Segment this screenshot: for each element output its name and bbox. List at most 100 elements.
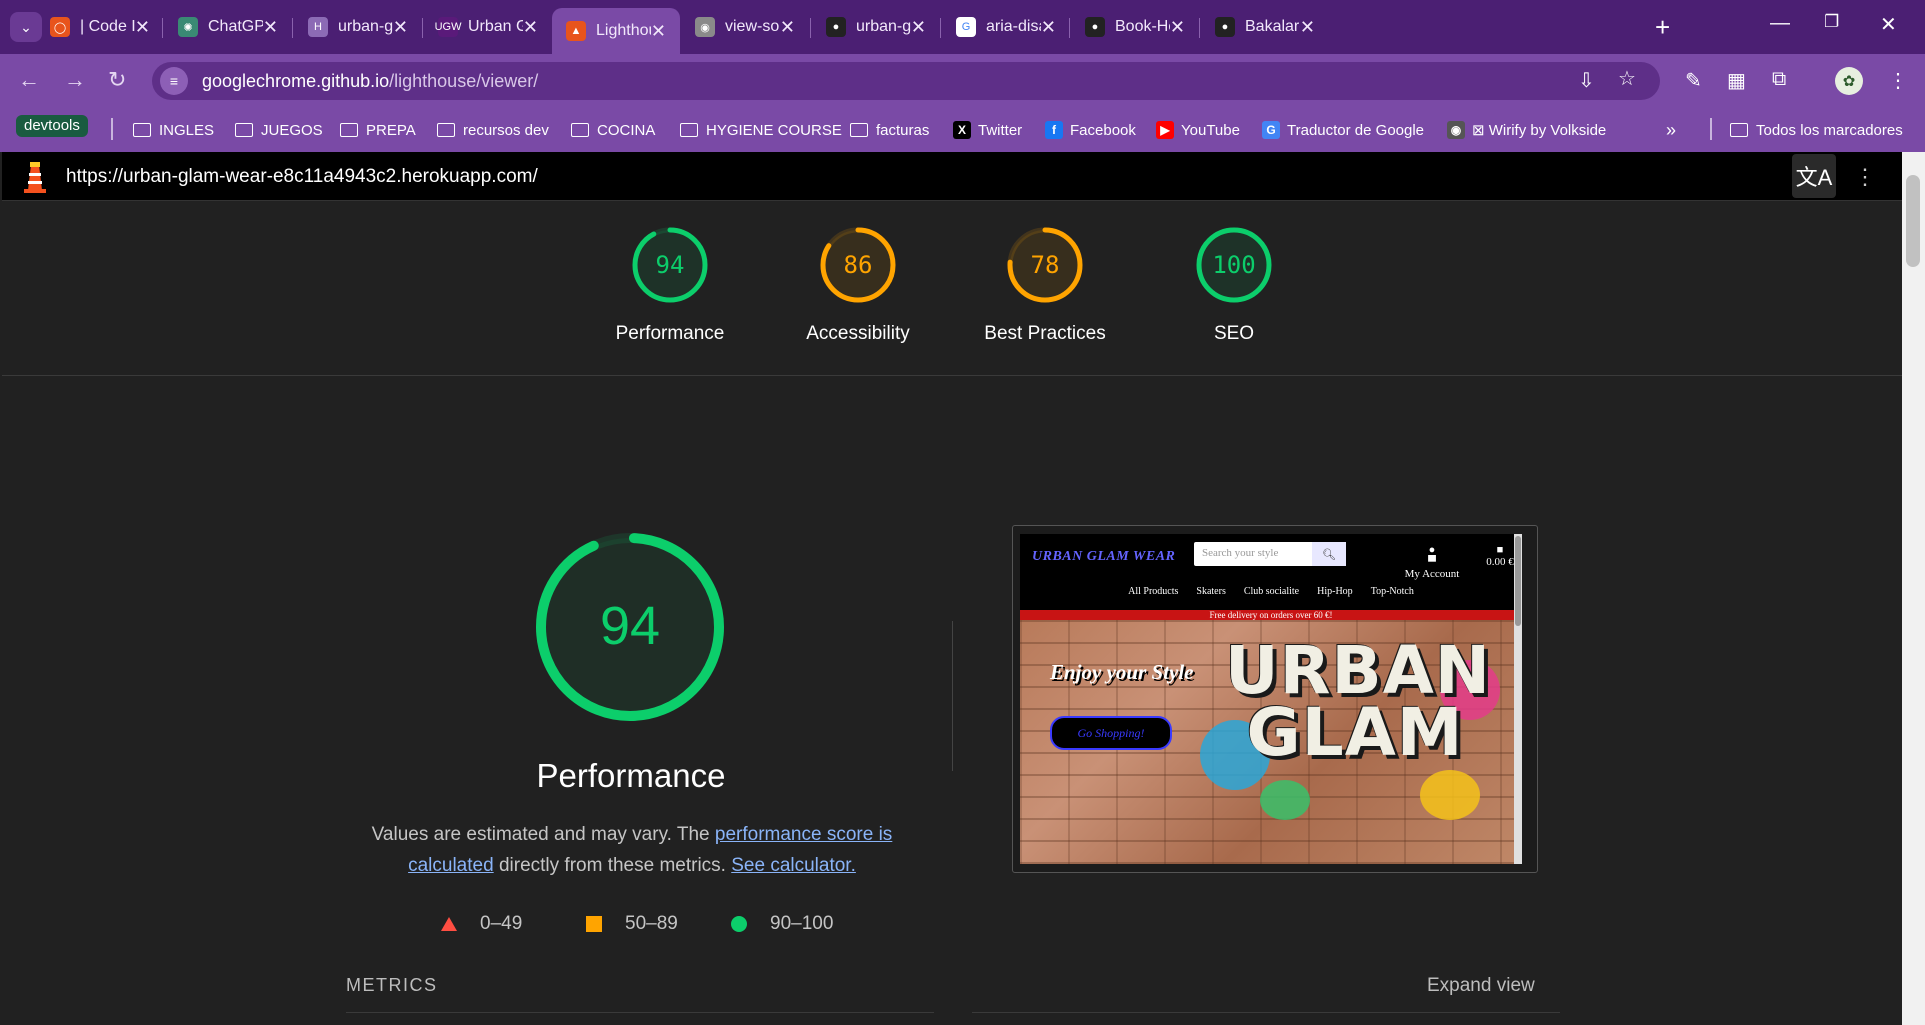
bookmark-item[interactable]: facturas	[850, 118, 929, 142]
address-bar[interactable]: ≡ googlechrome.github.io/lighthouse/view…	[152, 62, 1660, 100]
tab-title: aria-disabl	[986, 18, 1041, 35]
bookmark-item[interactable]: HYGIENE COURSE	[680, 118, 842, 142]
site-header: URBAN GLAM WEAR Search your style 🔍︎ ● ▀ M…	[1020, 534, 1522, 611]
tab-title: | Code Inst	[80, 18, 135, 35]
user-icon: ● ▀	[1428, 544, 1436, 568]
translate-icon[interactable]: 文A	[1792, 154, 1836, 198]
tab-separator	[422, 18, 423, 38]
tab-7[interactable]: Garia-disabl✕	[942, 8, 1070, 46]
score-label: SEO	[1213, 323, 1255, 344]
globe-icon: ◉	[1447, 121, 1465, 139]
tab-8[interactable]: ● Book-Heav✕	[1071, 8, 1199, 46]
bookmark-item[interactable]: recursos dev	[437, 118, 549, 142]
tab-favicon-icon: ●	[1085, 17, 1105, 37]
close-window-icon[interactable]: ✕	[1880, 12, 1897, 37]
score-gauge-performance[interactable]: 94 Performance	[585, 225, 755, 345]
see-calculator-link[interactable]: See calculator.	[731, 855, 856, 876]
tab-favicon-icon: ◯	[50, 17, 70, 37]
tab-close-icon[interactable]: ✕	[1041, 17, 1056, 38]
calculator-icon[interactable]: ▦	[1727, 68, 1746, 93]
metrics-divider	[346, 1012, 934, 1013]
tab-close-icon[interactable]: ✕	[1170, 17, 1185, 38]
facebook-icon: f	[1045, 121, 1063, 139]
bookmark-star-icon[interactable]: ☆	[1618, 66, 1636, 91]
report-url[interactable]: https://urban-glam-wear-e8c11a4943c2.her…	[66, 166, 538, 188]
bookmark-item[interactable]: COCINA	[571, 118, 655, 142]
bookmark-item[interactable]: PREPA	[340, 118, 416, 142]
screenshot-scrollbar	[1514, 534, 1522, 864]
tab-close-icon[interactable]: ✕	[651, 21, 666, 42]
tab-close-icon[interactable]: ✕	[393, 17, 408, 38]
tab-0[interactable]: ◯ | Code Inst✕	[36, 8, 164, 46]
expand-view-toggle[interactable]: Expand view	[1427, 975, 1535, 997]
folder-icon	[340, 123, 358, 137]
bookmark-item[interactable]: JUEGOS	[235, 118, 323, 142]
bookmark-all[interactable]: Todos los marcadores	[1730, 118, 1903, 142]
bookmark-item[interactable]: G Traductor de Google	[1262, 118, 1424, 142]
tab-4[interactable]: ▲ Lighthouse✕	[552, 8, 680, 54]
tab-close-icon[interactable]: ✕	[135, 17, 150, 38]
score-label: Best Practices	[984, 323, 1106, 344]
extensions-icon[interactable]: ⧉	[1772, 68, 1786, 91]
bookmark-item[interactable]: INGLES	[133, 118, 214, 142]
forward-icon[interactable]: →	[64, 67, 86, 93]
site-info-icon[interactable]: ≡	[160, 67, 188, 95]
bookmark-item[interactable]: ◉ ⊠ Wirify by Volkside	[1447, 118, 1606, 142]
tab-9[interactable]: ● Bakalar-bo✕	[1201, 8, 1329, 46]
tab-close-icon[interactable]: ✕	[911, 17, 926, 38]
score-gauge-accessibility[interactable]: 86 Accessibility	[773, 225, 943, 345]
chrome-menu-icon[interactable]: ⋮	[1888, 68, 1908, 93]
tab-separator	[940, 18, 941, 38]
bookmark-item[interactable]: ▶ YouTube	[1156, 118, 1240, 142]
address-text[interactable]: googlechrome.github.io/lighthouse/viewer…	[202, 71, 538, 92]
tab-close-icon[interactable]: ✕	[523, 17, 538, 38]
tab-5[interactable]: ◉ view-sourc✕	[681, 8, 809, 46]
score-value: 78	[1031, 251, 1060, 279]
tab-6[interactable]: ● urban-glan✕	[812, 8, 940, 46]
install-app-icon[interactable]: ⇩	[1578, 68, 1595, 93]
bookmark-item[interactable]: f Facebook	[1045, 118, 1136, 142]
tab-1[interactable]: ✺ ChatGPT✕	[164, 8, 292, 46]
score-gauge-seo[interactable]: 100 SEO	[1149, 225, 1319, 345]
final-screenshot[interactable]: URBAN GLAM WEAR Search your style 🔍︎ ● ▀ M…	[1012, 525, 1538, 873]
score-label: Performance	[615, 323, 725, 344]
back-icon[interactable]: ←	[18, 67, 40, 93]
square-icon	[586, 916, 602, 932]
new-tab-button[interactable]: +	[1655, 12, 1670, 43]
tab-favicon-icon: ✺	[178, 17, 198, 37]
site-brand: URBAN GLAM WEAR	[1032, 549, 1176, 564]
report-menu-icon[interactable]: ⋮	[1854, 164, 1876, 190]
tab-title: urban-glan	[856, 18, 911, 35]
google-translate-icon: G	[1262, 121, 1280, 139]
avatar[interactable]: ✿	[1835, 67, 1863, 95]
bookmarks-overflow-icon[interactable]: »	[1666, 118, 1676, 142]
tab-2[interactable]: Hurban-glan✕	[294, 8, 422, 46]
tab-title: Bakalar-bo	[1245, 18, 1300, 35]
tab-close-icon[interactable]: ✕	[780, 17, 795, 38]
tab-favicon-icon: ●	[826, 17, 846, 37]
gauges-divider	[2, 375, 1902, 376]
extension-icon-1[interactable]: ✎	[1685, 68, 1702, 93]
folder-icon	[680, 123, 698, 137]
performance-description: Values are estimated and may vary. The p…	[371, 824, 893, 876]
tab-close-icon[interactable]: ✕	[1300, 17, 1315, 38]
performance-title: Performance	[536, 757, 726, 794]
tab-separator	[292, 18, 293, 38]
tab-favicon-icon: ▲	[566, 21, 586, 41]
legend-average: 50–89	[585, 913, 678, 935]
site-search: Search your style 🔍︎	[1194, 542, 1346, 566]
restore-icon[interactable]: ❐	[1824, 12, 1839, 32]
bookmark-separator	[111, 118, 113, 140]
page-scrollbar[interactable]	[1902, 152, 1925, 1025]
tab-3[interactable]: UGW Urban Glan✕	[424, 8, 552, 46]
reload-icon[interactable]: ↻	[108, 67, 126, 93]
site-delivery-banner: Free delivery on orders over 60 €!	[1020, 610, 1522, 620]
minimize-icon[interactable]: —	[1770, 12, 1790, 35]
tab-title: ChatGPT	[208, 18, 263, 35]
tab-close-icon[interactable]: ✕	[263, 17, 278, 38]
page-scrollbar-thumb[interactable]	[1906, 175, 1920, 267]
hero-button: Go Shopping!	[1050, 716, 1172, 750]
bookmark-devtools[interactable]: devtools	[16, 115, 88, 137]
bookmark-item[interactable]: X Twitter	[953, 118, 1022, 142]
score-gauge-best-practices[interactable]: 78 Best Practices	[960, 225, 1130, 345]
